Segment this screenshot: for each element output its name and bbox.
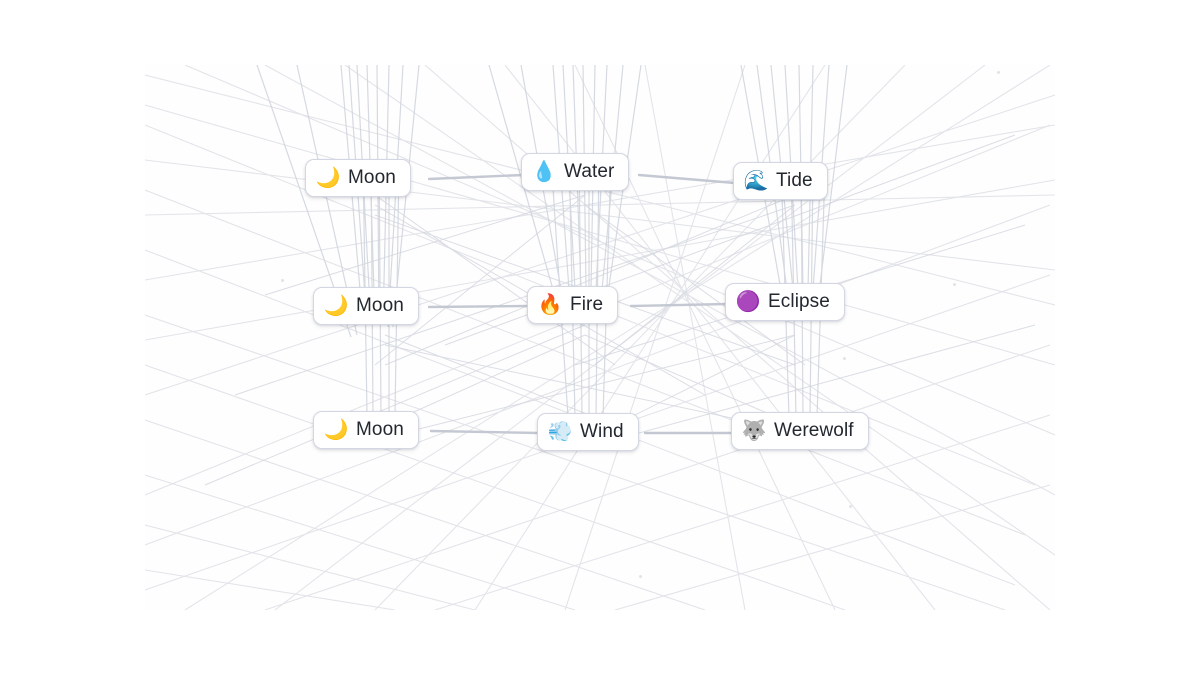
element-card-water[interactable]: 💧 Water: [521, 153, 630, 191]
graph-canvas[interactable]: 🌙 Moon 💧 Water 🌊 Tide 🌙 Moon 🔥 Fire 🟣 Ec…: [145, 65, 1055, 610]
element-card-moon-1[interactable]: 🌙 Moon: [305, 159, 411, 197]
element-card-werewolf[interactable]: 🐺 Werewolf: [731, 412, 869, 450]
canvas-speck: [849, 505, 852, 508]
element-label: Moon: [348, 167, 396, 188]
element-label: Fire: [570, 294, 604, 315]
crescent-moon-icon: 🌙: [323, 295, 349, 317]
element-card-tide[interactable]: 🌊 Tide: [733, 162, 828, 200]
element-card-moon-2[interactable]: 🌙 Moon: [313, 287, 419, 325]
screen: 🌙 Moon 💧 Water 🌊 Tide 🌙 Moon 🔥 Fire 🟣 Ec…: [0, 0, 1200, 675]
element-card-moon-3[interactable]: 🌙 Moon: [313, 411, 419, 449]
node-connector-edges: [427, 173, 737, 435]
element-label: Tide: [776, 170, 813, 191]
wave-icon: 🌊: [743, 170, 769, 192]
element-label: Moon: [356, 419, 404, 440]
canvas-speck: [639, 575, 642, 578]
element-label: Eclipse: [768, 291, 830, 312]
canvas-speck: [953, 283, 956, 286]
element-label: Wind: [580, 421, 624, 442]
canvas-speck: [997, 71, 1000, 74]
element-card-eclipse[interactable]: 🟣 Eclipse: [725, 283, 845, 321]
crescent-moon-icon: 🌙: [323, 419, 349, 441]
element-label: Werewolf: [774, 420, 854, 441]
canvas-speck: [843, 357, 846, 360]
wind-dash-icon: 💨: [547, 421, 573, 443]
wolf-face-icon: 🐺: [741, 420, 767, 442]
water-drop-icon: 💧: [531, 161, 557, 183]
element-label: Water: [564, 161, 615, 182]
flame-icon: 🔥: [537, 294, 563, 316]
eclipse-icon: 🟣: [735, 291, 761, 313]
crescent-moon-icon: 🌙: [315, 167, 341, 189]
element-card-fire[interactable]: 🔥 Fire: [527, 286, 619, 324]
element-label: Moon: [356, 295, 404, 316]
background-web-lines: [145, 65, 1055, 610]
canvas-speck: [281, 279, 284, 282]
element-card-wind[interactable]: 💨 Wind: [537, 413, 639, 451]
